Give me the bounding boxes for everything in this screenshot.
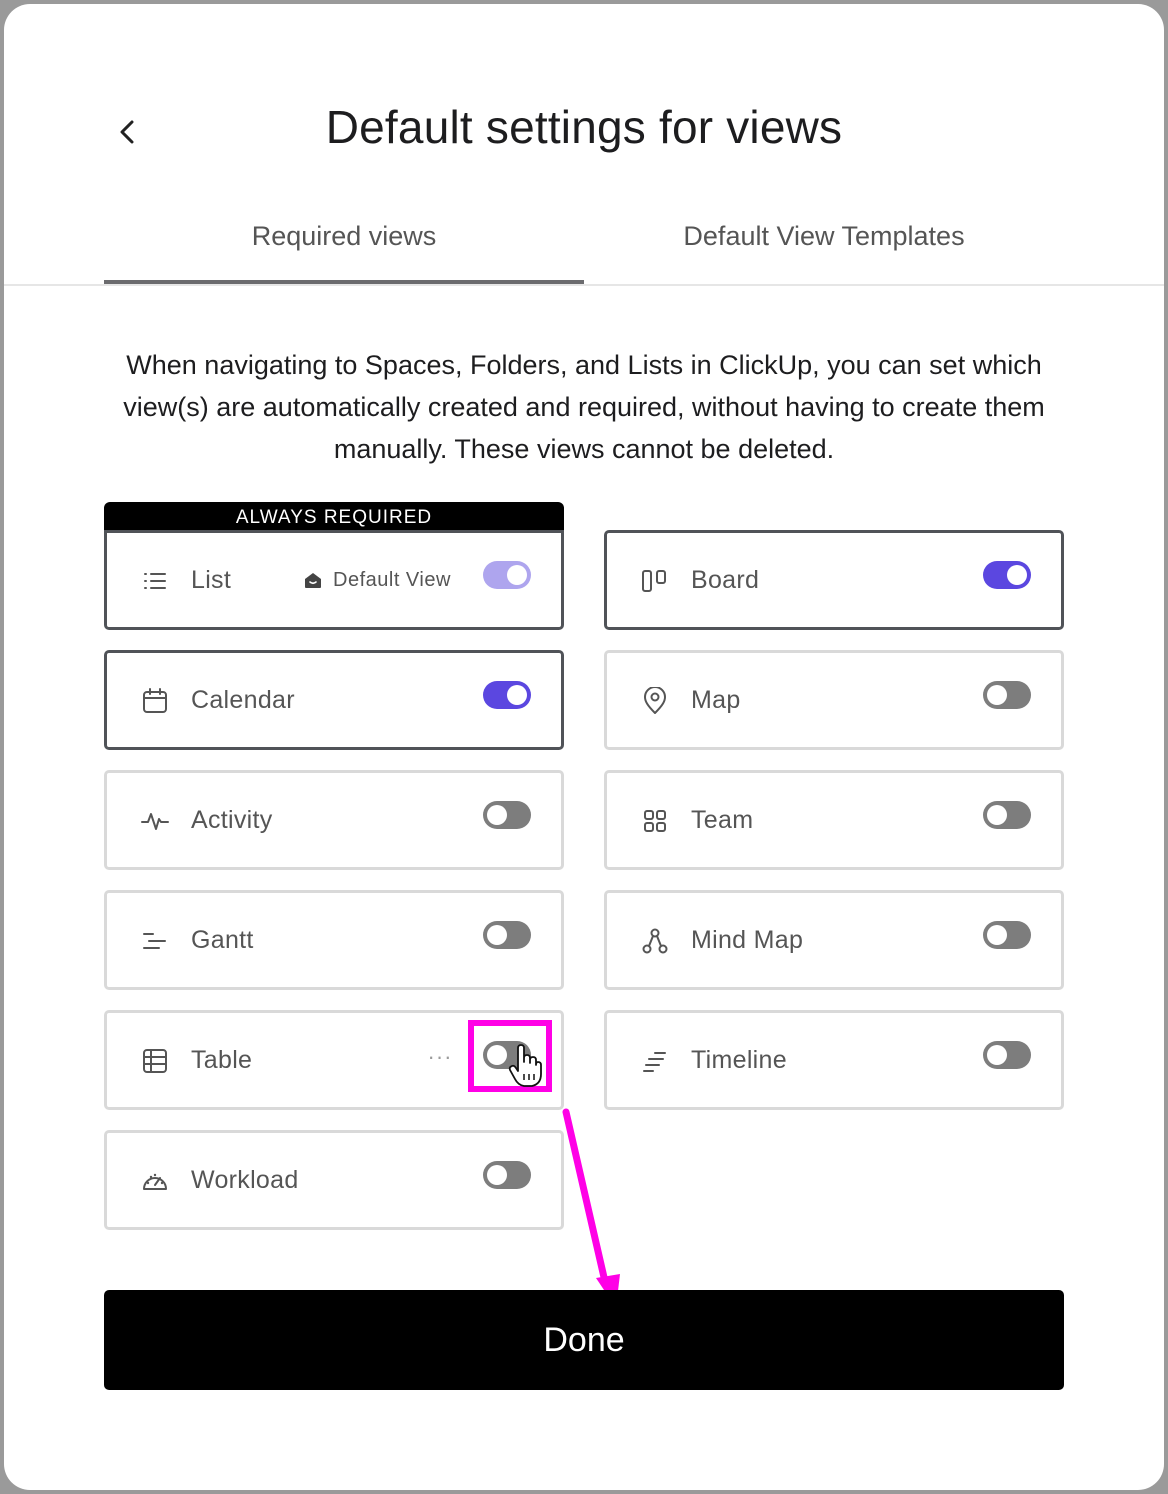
view-card-gantt[interactable]: Gantt [104, 890, 564, 990]
gantt-toggle[interactable] [483, 921, 531, 949]
view-label: Map [691, 686, 741, 714]
active-tab-indicator [104, 280, 584, 284]
calendar-icon [139, 685, 171, 717]
default-view-indicator: Default View [303, 533, 451, 627]
calendar-toggle[interactable] [483, 681, 531, 709]
view-label: Timeline [691, 1046, 787, 1074]
modal-title: Default settings for views [325, 101, 843, 153]
view-label: Board [691, 566, 760, 594]
team-grid-icon [639, 805, 671, 837]
default-view-label: Default View [333, 568, 451, 591]
description-text: When navigating to Spaces, Folders, and … [123, 350, 1045, 464]
timeline-icon [639, 1045, 671, 1077]
board-icon [639, 565, 671, 597]
view-label: Table [191, 1046, 253, 1074]
view-card-list[interactable]: List Default View [104, 530, 564, 630]
view-label: Mind Map [691, 926, 804, 954]
hand-cursor-icon [508, 1044, 542, 1087]
gantt-icon [139, 925, 171, 957]
view-label: Team [691, 806, 754, 834]
view-card-mind-map[interactable]: Mind Map [604, 890, 1064, 990]
view-card-map[interactable]: Map [604, 650, 1064, 750]
workload-icon [139, 1165, 171, 1197]
mind-map-icon [639, 925, 671, 957]
done-button[interactable]: Done [104, 1290, 1064, 1390]
activity-toggle[interactable] [483, 801, 531, 829]
list-icon [139, 565, 171, 597]
view-label: Gantt [191, 926, 254, 954]
list-toggle[interactable] [483, 561, 531, 589]
view-label: Calendar [191, 686, 295, 714]
view-label: Workload [191, 1166, 299, 1194]
workload-toggle[interactable] [483, 1161, 531, 1189]
view-card-workload[interactable]: Workload [104, 1130, 564, 1230]
mind-map-toggle[interactable] [983, 921, 1031, 949]
home-icon [305, 573, 321, 588]
map-toggle[interactable] [983, 681, 1031, 709]
table-icon [139, 1045, 171, 1077]
view-card-calendar[interactable]: Calendar [104, 650, 564, 750]
default-settings-modal: Default settings for views Required view… [4, 4, 1164, 1490]
view-card-team[interactable]: Team [604, 770, 1064, 870]
activity-icon [139, 805, 171, 837]
view-card-board[interactable]: Board [604, 530, 1064, 630]
view-label: List [191, 566, 232, 594]
tab-required-views[interactable]: Required views [104, 204, 584, 284]
view-card-timeline[interactable]: Timeline [604, 1010, 1064, 1110]
timeline-toggle[interactable] [983, 1041, 1031, 1069]
board-toggle[interactable] [983, 561, 1031, 589]
team-toggle[interactable] [983, 801, 1031, 829]
tab-bar: Required views Default View Templates [4, 204, 1164, 286]
more-options-icon[interactable]: ··· [425, 1045, 455, 1075]
map-pin-icon [639, 685, 671, 717]
view-card-activity[interactable]: Activity [104, 770, 564, 870]
tab-default-view-templates[interactable]: Default View Templates [584, 204, 1064, 284]
view-label: Activity [191, 806, 273, 834]
